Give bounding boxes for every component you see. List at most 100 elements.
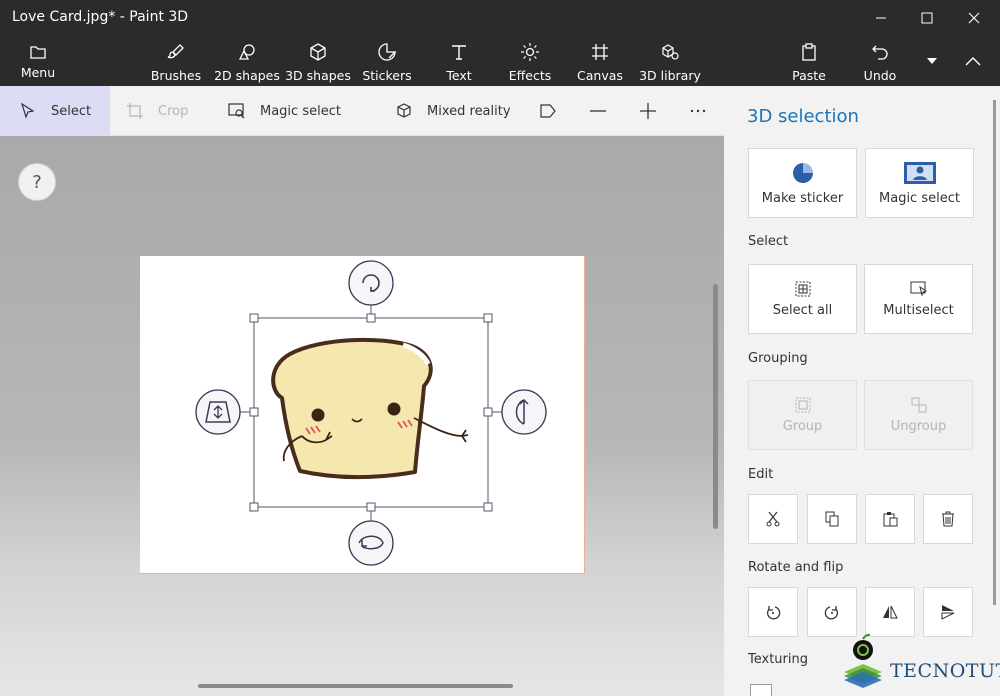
paint-3d-window: Love Card.jpg* - Paint 3D Menu Brushes 2…	[0, 0, 1000, 696]
text-button[interactable]: Text	[440, 36, 478, 86]
menu-button[interactable]: Menu	[12, 36, 64, 86]
watermark: TECNOTUTO	[838, 632, 1000, 692]
maximize-button[interactable]	[904, 0, 950, 36]
magic-select-panel-button[interactable]: Magic select	[865, 148, 974, 218]
delete-icon	[942, 511, 954, 527]
zoom-out-button[interactable]	[589, 86, 609, 136]
sticker-icon	[791, 161, 815, 185]
folder-icon	[27, 41, 49, 63]
smooth-checkbox[interactable]	[750, 684, 772, 696]
crop-tool-label: Crop	[158, 103, 189, 119]
ungroup-icon	[911, 397, 927, 413]
cut-icon	[766, 511, 780, 527]
3d-selection-panel: 3D selection Make sticker Magic select S…	[724, 86, 1000, 696]
ribbon: Menu Brushes 2D shapes 3D shapes Sticker…	[0, 36, 1000, 86]
3d-shapes-button[interactable]: 3D shapes	[285, 36, 351, 86]
window-title: Love Card.jpg* - Paint 3D	[12, 9, 189, 25]
effects-button[interactable]: Effects	[507, 36, 553, 86]
rotate-z-handle[interactable]	[348, 260, 394, 306]
panel-scrollbar[interactable]	[993, 100, 996, 605]
canvas-overlay	[195, 260, 547, 566]
crop-tool-button[interactable]: Crop	[126, 86, 206, 136]
flip-horizontal-button[interactable]	[865, 587, 915, 637]
group-button[interactable]: Group	[748, 380, 857, 450]
close-icon	[968, 12, 980, 24]
text-label: Text	[446, 68, 472, 83]
3d-library-label: 3D library	[639, 68, 701, 83]
undo-label: Undo	[863, 68, 897, 83]
toast-sticker[interactable]	[271, 337, 469, 480]
selection-toolbar: Select Crop Magic select Mixed reality	[0, 86, 724, 136]
canvas-label: Canvas	[577, 68, 623, 83]
select-tool-label: Select	[51, 103, 92, 119]
paste-icon	[883, 512, 898, 527]
rotate-y-handle[interactable]	[501, 389, 547, 435]
rotate-x-handle[interactable]	[348, 520, 394, 566]
brushes-button[interactable]: Brushes	[147, 36, 205, 86]
zoom-in-button[interactable]	[639, 86, 659, 136]
text-icon	[448, 41, 470, 63]
rotate-right-icon	[824, 606, 839, 620]
multiselect-button[interactable]: Multiselect	[864, 264, 973, 334]
stickers-button[interactable]: Stickers	[362, 36, 412, 86]
magic-select-tool-label: Magic select	[260, 103, 341, 119]
maximize-icon	[921, 12, 933, 24]
select-tool-button[interactable]: Select	[0, 86, 110, 136]
edit-section-label: Edit	[748, 467, 774, 482]
delete-button[interactable]	[923, 494, 973, 544]
collapse-ribbon-button[interactable]	[952, 36, 994, 86]
group-icon	[795, 397, 811, 413]
menu-label: Menu	[20, 65, 56, 80]
magic-select-panel-label: Magic select	[879, 190, 960, 206]
magic-select-tool-button[interactable]: Magic select	[228, 86, 348, 136]
close-button[interactable]	[951, 0, 997, 36]
2d-shapes-label: 2D shapes	[214, 68, 280, 83]
flip-vertical-icon	[941, 605, 955, 620]
minimize-button[interactable]	[858, 0, 904, 36]
multiselect-icon	[910, 281, 928, 297]
chevron-up-icon	[965, 57, 981, 66]
tecnotuto-logo	[844, 633, 882, 688]
view-3d-button[interactable]	[539, 86, 563, 136]
sun-icon	[519, 41, 541, 63]
canvas-button[interactable]: Canvas	[577, 36, 623, 86]
brushes-label: Brushes	[150, 68, 202, 83]
multiselect-label: Multiselect	[883, 302, 954, 318]
copy-button[interactable]	[807, 494, 857, 544]
cube-icon	[307, 41, 329, 63]
cut-button[interactable]	[748, 494, 798, 544]
flip-horizontal-icon	[883, 605, 898, 619]
2d-shapes-button[interactable]: 2D shapes	[214, 36, 280, 86]
undo-button[interactable]: Undo	[861, 36, 899, 86]
select-all-button[interactable]: Select all	[748, 264, 857, 334]
2d-shapes-icon	[236, 41, 258, 63]
rotate-right-button[interactable]	[807, 587, 857, 637]
perspective-icon	[540, 104, 556, 118]
mixed-reality-button[interactable]: Mixed reality	[395, 86, 515, 136]
3d-library-button[interactable]: 3D library	[639, 36, 701, 86]
more-options-button[interactable]	[689, 86, 709, 136]
rotate-left-icon	[766, 606, 781, 620]
canvas-workspace[interactable]: ?	[0, 136, 724, 696]
canvas-icon	[589, 41, 611, 63]
crop-icon	[127, 103, 143, 119]
effects-label: Effects	[508, 68, 552, 83]
panel-title: 3D selection	[747, 106, 859, 127]
rotate-left-button[interactable]	[748, 587, 798, 637]
make-sticker-button[interactable]: Make sticker	[748, 148, 857, 218]
paste-button[interactable]: Paste	[789, 36, 829, 86]
minus-icon	[590, 110, 606, 112]
select-all-icon	[795, 281, 811, 297]
plus-icon	[640, 103, 656, 119]
ungroup-button[interactable]: Ungroup	[864, 380, 973, 450]
brush-icon	[165, 41, 187, 63]
paste-label: Paste	[792, 68, 826, 83]
3d-shapes-label: 3D shapes	[285, 68, 351, 83]
chevron-down-icon	[927, 58, 937, 64]
mixed-reality-icon	[397, 103, 411, 118]
depth-handle[interactable]	[195, 389, 241, 435]
paste-panel-button[interactable]	[865, 494, 915, 544]
stickers-label: Stickers	[362, 68, 412, 83]
history-dropdown-button[interactable]	[918, 36, 946, 86]
flip-vertical-button[interactable]	[923, 587, 973, 637]
